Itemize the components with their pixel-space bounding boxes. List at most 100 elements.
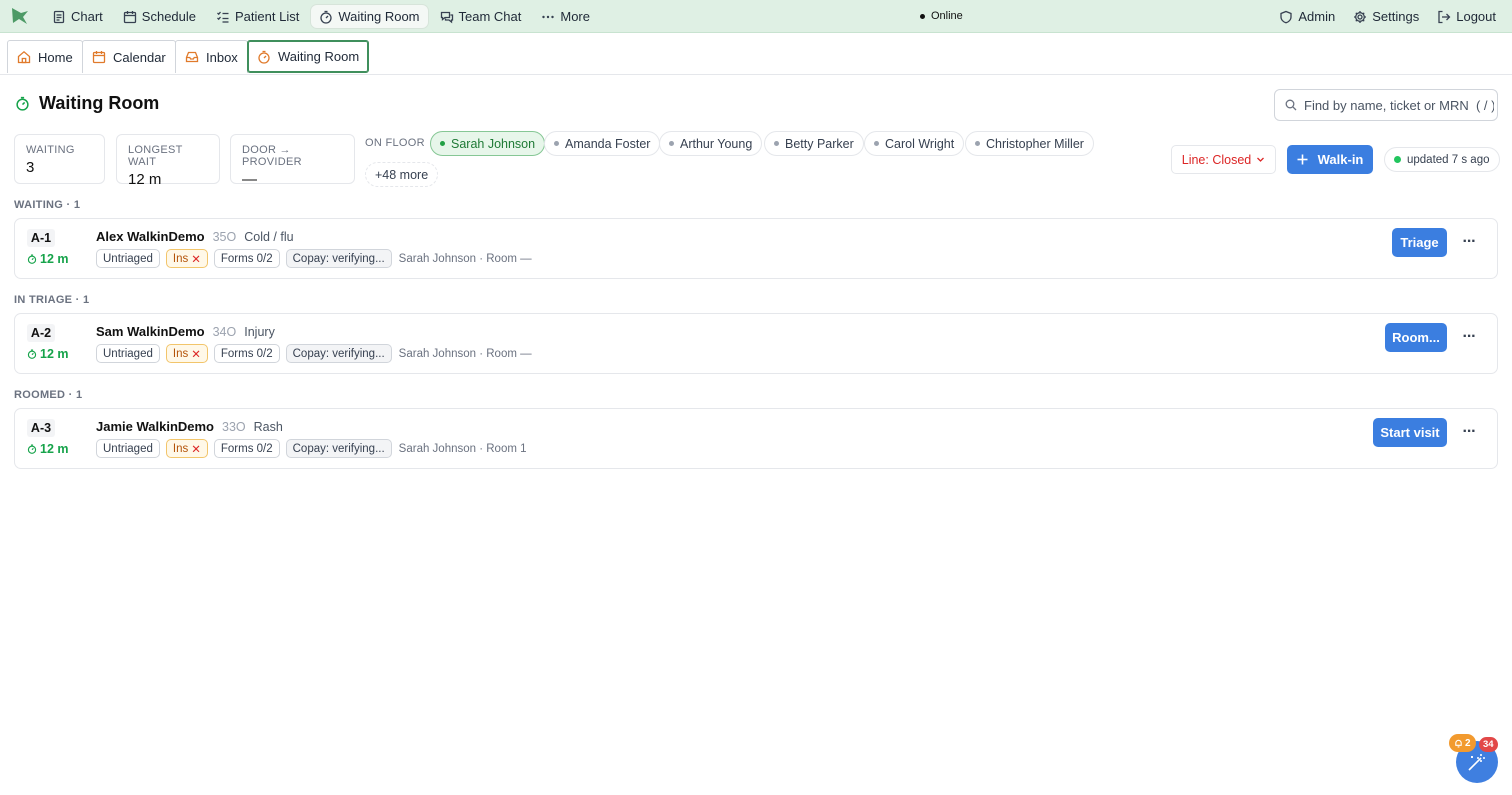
- walk-in-label: Walk-in: [1317, 152, 1364, 167]
- patient-name[interactable]: Jamie WalkinDemo: [96, 419, 214, 434]
- online-dot-icon: [440, 141, 445, 146]
- tab-calendar[interactable]: Calendar: [82, 40, 176, 73]
- insurance-badge[interactable]: Ins ✕: [165, 344, 208, 363]
- forms-badge[interactable]: Forms 0/2: [213, 249, 280, 268]
- nav-chart[interactable]: Chart: [44, 5, 111, 28]
- tab-home[interactable]: Home: [7, 40, 83, 73]
- patient-name[interactable]: Alex WalkinDemo: [96, 229, 205, 244]
- line-status-label: Line: Closed: [1181, 152, 1252, 167]
- wait-time: 12 m: [27, 252, 69, 266]
- stat-waiting-value: 3: [26, 159, 35, 176]
- insurance-label: Ins: [172, 252, 189, 265]
- provider-chip[interactable]: Betty Parker: [764, 131, 864, 156]
- insurance-badge[interactable]: Ins ✕: [165, 439, 208, 458]
- triage-badge: Untriaged: [96, 344, 160, 363]
- tab-waiting-room[interactable]: Waiting Room: [247, 40, 370, 73]
- search-icon: [1285, 99, 1297, 111]
- forms-badge[interactable]: Forms 0/2: [213, 439, 280, 458]
- nav-team-chat-label: Team Chat: [458, 9, 522, 24]
- live-dot-icon: [1394, 156, 1401, 163]
- stat-door-to-provider: DOOR → PROVIDER —: [230, 134, 355, 188]
- insurance-label: Ins: [172, 442, 189, 455]
- app-logo-icon[interactable]: [10, 7, 30, 25]
- provider-chip[interactable]: Arthur Young: [659, 131, 763, 156]
- line-status-dropdown[interactable]: Line: Closed: [1171, 145, 1276, 174]
- nav-admin[interactable]: Admin: [1271, 5, 1343, 28]
- visit-reason: Cold / flu: [244, 230, 294, 244]
- plus-icon: [1297, 154, 1308, 165]
- notification-badge[interactable]: 2: [1449, 734, 1476, 752]
- document-icon: [53, 10, 65, 23]
- wait-time-value: 12 m: [40, 347, 69, 361]
- patient-header: Sam WalkinDemo 34O Injury: [96, 324, 275, 339]
- nav-logout-label: Logout: [1456, 9, 1496, 24]
- patient-card[interactable]: A-2 12 m Sam WalkinDemo 34O Injury Untri…: [14, 313, 1498, 374]
- stat-door-value: —: [242, 171, 257, 188]
- tab-inbox[interactable]: Inbox: [175, 40, 248, 73]
- search-input[interactable]: [1304, 97, 1494, 113]
- patient-name[interactable]: Sam WalkinDemo: [96, 324, 205, 339]
- nav-schedule[interactable]: Schedule: [115, 5, 204, 28]
- provider-room: Sarah Johnson · Room 1: [398, 442, 527, 455]
- patient-badges: Untriaged Ins ✕ Forms 0/2 Copay: verifyin…: [96, 249, 532, 268]
- more-actions-icon[interactable]: ···: [1459, 327, 1479, 347]
- more-providers-button[interactable]: +48 more: [365, 162, 439, 187]
- provider-chip[interactable]: Amanda Foster: [544, 131, 661, 156]
- nav-admin-label: Admin: [1298, 9, 1336, 24]
- bell-icon: [1455, 739, 1462, 747]
- provider-chip[interactable]: Carol Wright: [864, 131, 965, 156]
- copay-badge: Copay: verifying...: [285, 344, 392, 363]
- patient-search[interactable]: [1274, 89, 1498, 121]
- nav-more[interactable]: More: [533, 5, 598, 28]
- tab-inbox-label: Inbox: [206, 49, 238, 65]
- forms-badge[interactable]: Forms 0/2: [213, 344, 280, 363]
- patient-badges: Untriaged Ins ✕ Forms 0/2 Copay: verifyin…: [96, 344, 532, 363]
- copay-badge: Copay: verifying...: [285, 439, 392, 458]
- ticket-number: A-2: [27, 324, 55, 342]
- status-dot-icon: [874, 141, 879, 146]
- tab-waiting-room-label: Waiting Room: [278, 49, 360, 64]
- stat-waiting-label: WAITING: [26, 144, 75, 156]
- nav-logout[interactable]: Logout: [1429, 5, 1504, 28]
- triage-button[interactable]: Triage: [1392, 228, 1447, 257]
- shield-icon: [1280, 10, 1293, 23]
- nav-team-chat[interactable]: Team Chat: [432, 5, 530, 28]
- status-dot-icon: [669, 141, 674, 146]
- notification-count: 2: [1465, 737, 1471, 749]
- nav-settings[interactable]: Settings: [1345, 5, 1427, 28]
- more-actions-icon[interactable]: ···: [1459, 422, 1479, 442]
- close-icon: ✕: [191, 253, 201, 266]
- tab-calendar-label: Calendar: [113, 49, 166, 65]
- nav-chart-label: Chart: [71, 9, 103, 24]
- more-actions-icon[interactable]: ···: [1459, 232, 1479, 252]
- insurance-badge[interactable]: Ins ✕: [165, 249, 208, 268]
- patient-card[interactable]: A-1 12 m Alex WalkinDemo 35O Cold / flu …: [14, 218, 1498, 279]
- close-icon: ✕: [191, 348, 201, 361]
- inbox-icon: [185, 51, 199, 63]
- close-icon: ✕: [191, 443, 201, 456]
- home-icon: [17, 50, 31, 64]
- list-check-icon: [217, 11, 229, 23]
- connection-status: Online: [920, 10, 963, 22]
- logout-icon: [1438, 10, 1451, 23]
- patient-card[interactable]: A-3 12 m Jamie WalkinDemo 33O Rash Untri…: [14, 408, 1498, 469]
- tab-bar: Home Calendar Inbox Waiting Room: [0, 33, 1512, 75]
- unread-count-badge: 34: [1479, 737, 1498, 752]
- timer-icon: [258, 50, 270, 64]
- chat-icon: [440, 11, 453, 23]
- section-label-roomed: ROOMED · 1: [14, 389, 83, 401]
- provider-chip[interactable]: Sarah Johnson: [430, 131, 546, 156]
- status-label: Online: [931, 10, 963, 22]
- room-button[interactable]: Room...: [1385, 323, 1447, 352]
- start-visit-button[interactable]: Start visit: [1373, 418, 1447, 447]
- provider-chip[interactable]: Christopher Miller: [965, 131, 1094, 156]
- nav-more-label: More: [560, 9, 590, 24]
- nav-schedule-label: Schedule: [141, 9, 197, 24]
- nav-patient-list[interactable]: Patient List: [208, 5, 307, 28]
- stat-longest-wait-label: LONGEST WAIT: [128, 144, 183, 168]
- nav-waiting-room[interactable]: Waiting Room: [311, 5, 428, 28]
- status-dot-icon: [554, 141, 559, 146]
- timer-icon: [27, 254, 37, 264]
- section-label-waiting: WAITING · 1: [14, 199, 81, 211]
- walk-in-button[interactable]: Walk-in: [1287, 145, 1373, 174]
